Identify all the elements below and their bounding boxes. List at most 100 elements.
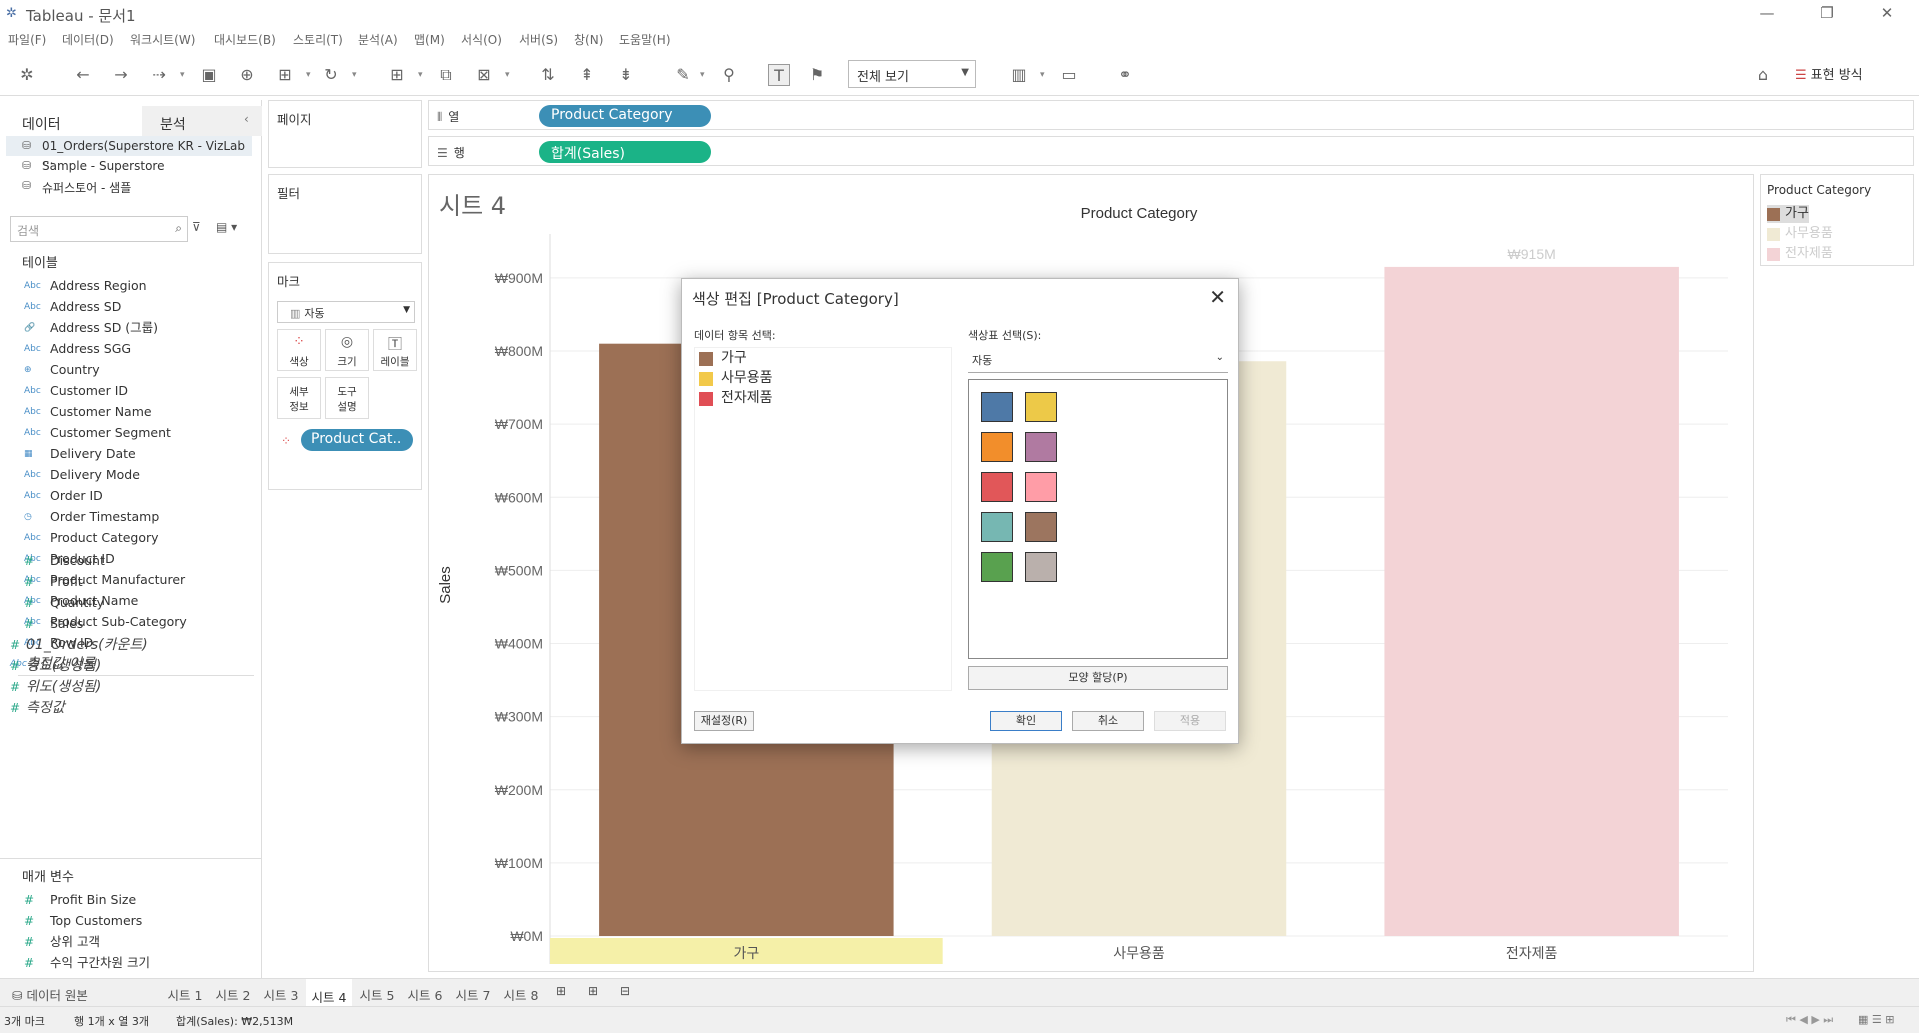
chevron-down-icon[interactable]: ▾ xyxy=(180,70,185,80)
dimension-field[interactable]: ▦ Delivery Date xyxy=(18,444,248,464)
chevron-down-icon[interactable]: ▾ xyxy=(352,70,357,80)
dimension-field[interactable]: Abc Address SGG xyxy=(18,339,248,359)
palette-swatch[interactable] xyxy=(1025,472,1057,502)
menu-server[interactable]: 서버(S) xyxy=(519,31,558,48)
dimension-field[interactable]: Abc Order ID xyxy=(18,486,248,506)
chevron-down-icon[interactable]: ▾ xyxy=(1040,70,1045,80)
dimension-field[interactable]: ⊕ Country xyxy=(18,360,248,380)
close-icon[interactable]: ✕ xyxy=(1209,285,1226,309)
dimension-field[interactable]: Abc Customer Name xyxy=(18,402,248,422)
presentation-mode-icon[interactable]: ▭ xyxy=(1058,64,1080,86)
sort-ascending-icon[interactable]: ⇞ xyxy=(576,64,598,86)
new-datasource-icon[interactable]: ⊕ xyxy=(236,64,258,86)
undo-icon[interactable]: ← xyxy=(72,64,94,86)
refresh-icon[interactable]: ↻ xyxy=(320,64,342,86)
tableau-home-icon[interactable]: ✲ xyxy=(16,64,38,86)
parameter-field[interactable]: # 상위 고객 xyxy=(18,932,248,952)
show-me-button[interactable]: ☰ 표현 방식 xyxy=(1795,64,1863,83)
data-item[interactable]: 전자제품 xyxy=(699,388,773,408)
restore-icon[interactable]: ❐ xyxy=(1812,4,1842,22)
save-icon[interactable]: ▣ xyxy=(198,64,220,86)
dimension-field[interactable]: 🔗 Address SD (그룹) xyxy=(18,318,248,338)
measure-field[interactable]: # 경도(생성됨) xyxy=(4,656,234,676)
dimension-field[interactable]: Abc Customer ID xyxy=(18,381,248,401)
menu-file[interactable]: 파일(F) xyxy=(8,31,46,48)
data-item[interactable]: 가구 xyxy=(699,348,747,368)
pages-card[interactable]: 페이지 xyxy=(268,100,422,168)
dimension-field[interactable]: Abc Delivery Mode xyxy=(18,465,248,485)
measure-field[interactable]: # 위도(생성됨) xyxy=(4,677,234,697)
legend-item[interactable]: 사무용품 xyxy=(1767,225,1833,243)
dimension-field[interactable]: Abc Product Category xyxy=(18,528,248,548)
palette-swatch[interactable] xyxy=(981,552,1013,582)
dimension-field[interactable]: Abc Address SD xyxy=(18,297,248,317)
pin-axes-icon[interactable]: ⚑ xyxy=(806,64,828,86)
sheet-tab[interactable]: 시트 2 xyxy=(210,979,256,1007)
measure-field[interactable]: # 측정값 xyxy=(4,698,234,718)
filter-icon[interactable]: ⊽ xyxy=(192,220,201,234)
sheet-tab[interactable]: 시트 7 xyxy=(450,979,496,1007)
tab-nav-icon[interactable]: ⏮ ◀ ▶ ⏭ xyxy=(1786,1013,1833,1027)
filters-card[interactable]: 필터 xyxy=(268,174,422,254)
chevron-down-icon[interactable]: ▾ xyxy=(505,70,510,80)
measure-field[interactable]: # Sales xyxy=(18,614,248,634)
assign-palette-button[interactable]: 모양 할당(P) xyxy=(968,666,1228,690)
minimize-icon[interactable]: — xyxy=(1752,4,1782,22)
cancel-button[interactable]: 취소 xyxy=(1072,711,1144,731)
legend-item[interactable]: 가구 xyxy=(1767,205,1809,223)
detail-button[interactable]: 세부 정보 xyxy=(277,377,321,419)
sheet-tab[interactable]: 시트 1 xyxy=(162,979,208,1007)
reset-button[interactable]: 재설정(R) xyxy=(694,711,754,731)
size-button[interactable]: ◎ 크기 xyxy=(325,329,369,371)
palette-swatch[interactable] xyxy=(981,512,1013,542)
menu-worksheet[interactable]: 워크시트(W) xyxy=(130,31,195,48)
mark-type-select[interactable]: ▥ 자동 ▼ xyxy=(277,301,415,323)
parameter-field[interactable]: # Top Customers xyxy=(18,911,248,931)
tooltip-button[interactable]: 도구 설명 xyxy=(325,377,369,419)
close-window-icon[interactable]: ✕ xyxy=(1872,4,1902,22)
menu-format[interactable]: 서식(O) xyxy=(461,31,502,48)
data-item[interactable]: 사무용품 xyxy=(699,368,773,388)
collapse-pane-icon[interactable]: ‹ xyxy=(244,112,249,126)
show-cards-icon[interactable]: ▥ xyxy=(1008,64,1030,86)
datasource-tab[interactable]: ⛁ 데이터 원본 xyxy=(4,979,154,1007)
group-members-icon[interactable]: ⚲ xyxy=(718,64,740,86)
pause-updates-icon[interactable]: ⊞ xyxy=(274,64,296,86)
label-button[interactable]: 🅃 레이블 xyxy=(373,329,417,371)
palette-swatch[interactable] xyxy=(1025,512,1057,542)
measure-field[interactable]: # Quantity xyxy=(18,593,248,613)
palette-swatch[interactable] xyxy=(1025,552,1057,582)
view-options-icon[interactable]: ▤ ▾ xyxy=(216,220,237,234)
sheet-tab[interactable]: 시트 6 xyxy=(402,979,448,1007)
parameter-field[interactable]: # Profit Bin Size xyxy=(18,890,248,910)
ok-button[interactable]: 확인 xyxy=(990,711,1062,731)
duplicate-sheet-icon[interactable]: ⧉ xyxy=(435,64,457,86)
parameter-field[interactable]: # 수익 구간차원 크기 xyxy=(18,953,248,973)
color-pill[interactable]: Product Cat.. xyxy=(301,429,413,451)
measure-field[interactable]: # Profit xyxy=(18,572,248,592)
redo-icon[interactable]: → xyxy=(110,64,132,86)
highlight-icon[interactable]: ✎ xyxy=(672,64,694,86)
clear-sheet-icon[interactable]: ⊠ xyxy=(473,64,495,86)
palette-swatch[interactable] xyxy=(981,432,1013,462)
legend-item[interactable]: 전자제품 xyxy=(1767,245,1833,263)
palette-select[interactable]: 자동 ⌄ xyxy=(968,349,1228,373)
menu-dashboard[interactable]: 대시보드(B) xyxy=(214,31,276,48)
apply-button[interactable]: 적용 xyxy=(1154,711,1226,731)
menu-map[interactable]: 맵(M) xyxy=(414,31,445,48)
menu-analysis[interactable]: 분석(A) xyxy=(358,31,398,48)
new-story-icon[interactable]: ⊟ xyxy=(620,984,630,998)
datasource-item[interactable]: ⛁ Sample - Superstore xyxy=(6,156,252,176)
dimension-field[interactable]: Abc Address Region xyxy=(18,276,248,296)
palette-swatch[interactable] xyxy=(1025,392,1057,422)
format-painter-icon[interactable]: ⌂ xyxy=(1752,64,1774,86)
view-mode-icon[interactable]: ▦ ☰ ⊞ xyxy=(1858,1013,1894,1026)
replay-icon[interactable]: ⇢ xyxy=(148,64,170,86)
datasource-item[interactable]: ⛁ 슈퍼스토어 - 샘플 xyxy=(6,176,252,196)
menu-window[interactable]: 창(N) xyxy=(574,31,603,48)
menu-story[interactable]: 스토리(T) xyxy=(293,31,343,48)
palette-swatch[interactable] xyxy=(981,392,1013,422)
menu-data[interactable]: 데이터(D) xyxy=(62,31,114,48)
new-sheet-icon[interactable]: ⊞ xyxy=(386,64,408,86)
measure-field[interactable]: # Discount xyxy=(18,551,248,571)
